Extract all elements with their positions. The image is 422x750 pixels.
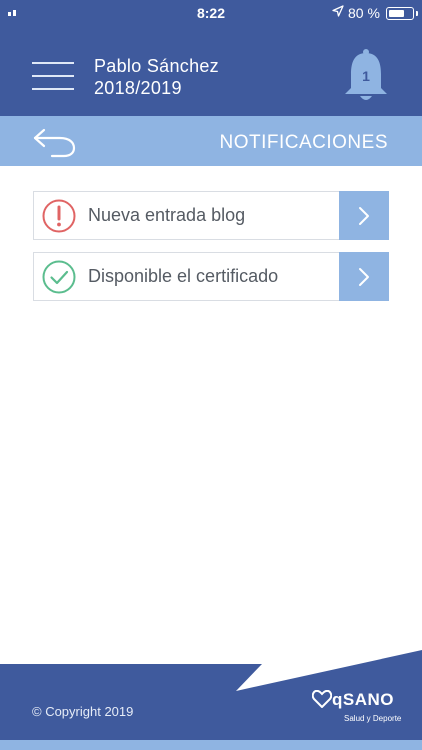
battery-percentage: 80 % xyxy=(348,5,380,21)
chevron-right-icon[interactable] xyxy=(339,252,389,301)
app-header: Pablo Sánchez 2018/2019 1 xyxy=(0,28,422,116)
back-arrow-icon[interactable] xyxy=(30,126,78,158)
notification-item-certificate[interactable]: Disponible el certificado xyxy=(33,252,389,301)
logo-text: qSANO xyxy=(332,690,394,709)
user-name: Pablo Sánchez xyxy=(94,56,219,76)
footer: © Copyright 2019 qSANO Salud y Deporte xyxy=(0,648,422,750)
checkmark-circle-icon xyxy=(42,260,76,294)
status-bar: 8:22 80 % xyxy=(0,0,422,28)
footer-strip xyxy=(0,740,422,750)
notification-label: Disponible el certificado xyxy=(88,266,279,286)
page-title: NOTIFICACIONES xyxy=(219,132,388,153)
heart-logo-icon xyxy=(311,689,333,709)
copyright-text: © Copyright 2019 xyxy=(32,704,134,719)
battery-icon xyxy=(386,7,418,20)
chevron-right-icon[interactable] xyxy=(339,191,389,240)
notification-count: 1 xyxy=(362,68,370,84)
season-label: 2018/2019 xyxy=(94,78,182,98)
notification-item-blog[interactable]: Nueva entrada blog xyxy=(33,191,389,240)
notification-label: Nueva entrada blog xyxy=(88,205,246,225)
logo-tagline: Salud y Deporte xyxy=(344,714,402,723)
hamburger-menu-icon[interactable] xyxy=(32,62,76,92)
section-bar: NOTIFICACIONES xyxy=(0,116,422,166)
qsano-logo: qSANO Salud y Deporte xyxy=(311,689,401,723)
bell-icon[interactable]: 1 xyxy=(342,48,390,106)
exclamation-circle-icon xyxy=(42,199,76,233)
location-arrow-icon xyxy=(332,5,344,20)
